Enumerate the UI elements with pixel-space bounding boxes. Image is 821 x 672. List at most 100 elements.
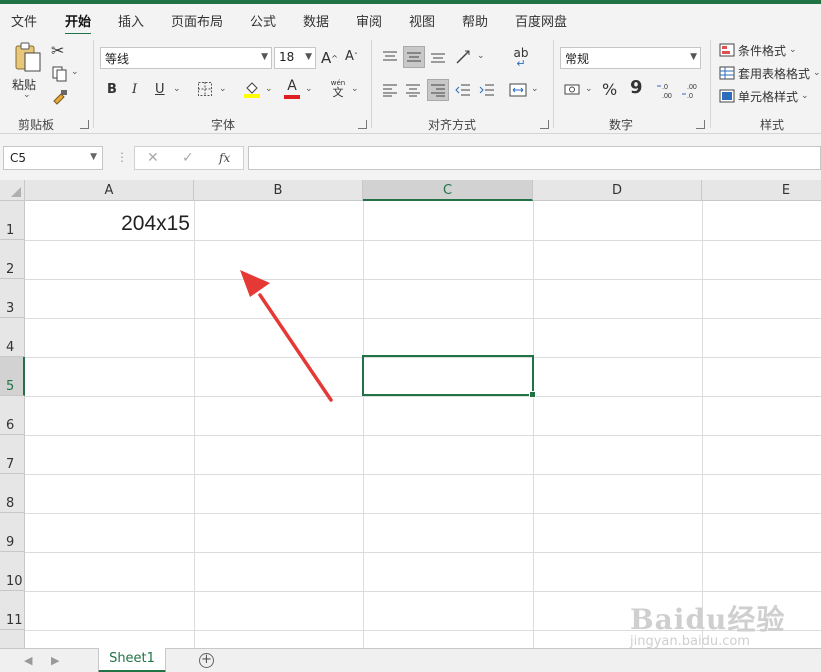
name-box-value: C5	[10, 151, 27, 165]
middle-align-icon[interactable]	[403, 46, 425, 68]
font-size-select[interactable]: 18 ▼	[274, 47, 316, 69]
more-options-icon[interactable]: ⋮	[116, 150, 128, 164]
row-number: 5	[6, 379, 15, 394]
tab-data[interactable]: 数据	[303, 11, 329, 30]
tab-view[interactable]: 视图	[409, 11, 435, 30]
row-header-6[interactable]: 6	[0, 396, 25, 435]
orientation-icon[interactable]	[453, 47, 475, 67]
top-align-icon[interactable]	[380, 47, 400, 67]
fill-color-icon[interactable]	[242, 78, 262, 100]
merge-center-icon[interactable]	[508, 80, 528, 100]
format-painter-icon[interactable]	[50, 88, 70, 106]
conditional-formatting-button[interactable]: 条件格式 ⌄	[719, 41, 797, 59]
row-header-5[interactable]: 5	[0, 357, 25, 396]
next-sheet-icon[interactable]: ▶	[51, 654, 59, 667]
row-header-12[interactable]	[0, 630, 25, 648]
tab-insert[interactable]: 插入	[118, 11, 144, 30]
formula-input[interactable]	[248, 146, 821, 170]
ribbon-tab-bar: 文件 开始 插入 页面布局 公式 数据 审阅 视图 帮助 百度网盘	[0, 4, 821, 36]
tab-review[interactable]: 审阅	[356, 11, 382, 30]
fill-color-dropdown-icon[interactable]: ⌄	[265, 84, 273, 94]
column-header-c[interactable]: C	[363, 180, 533, 201]
decrease-decimal-icon[interactable]: .00.0	[680, 79, 702, 101]
row-header-11[interactable]: 11	[0, 591, 25, 630]
copy-dropdown-icon[interactable]: ⌄	[71, 67, 79, 77]
underline-dropdown-icon[interactable]: ⌄	[173, 84, 181, 94]
tab-page-layout[interactable]: 页面布局	[171, 11, 223, 30]
font-launcher-icon[interactable]	[358, 120, 367, 129]
font-color-swatch	[284, 95, 300, 99]
row-header-2[interactable]: 2	[0, 240, 25, 279]
prev-sheet-icon[interactable]: ◀	[24, 654, 32, 667]
font-color-button[interactable]: A	[283, 78, 301, 100]
font-color-dropdown-icon[interactable]: ⌄	[305, 84, 313, 94]
alignment-launcher-icon[interactable]	[540, 120, 549, 129]
row-header-10[interactable]: 10	[0, 552, 25, 591]
row-header-8[interactable]: 8	[0, 474, 25, 513]
tab-file[interactable]: 文件	[11, 11, 37, 30]
tab-formulas[interactable]: 公式	[250, 11, 276, 30]
row-header-1[interactable]: 1	[0, 201, 25, 240]
column-header-d[interactable]: D	[533, 180, 702, 201]
column-header-e[interactable]: E	[702, 180, 821, 201]
worksheet-grid[interactable]: A B C D E 1 2 3 4 5 6 7 8 9 10 11 204x15	[0, 180, 821, 648]
increase-decimal-icon[interactable]: .0.00	[655, 79, 677, 101]
name-box[interactable]: C5 ▼	[3, 146, 103, 170]
cell-a1[interactable]: 204x15	[26, 202, 194, 240]
chevron-down-icon: ▼	[690, 52, 697, 62]
decrease-font-size-button[interactable]: Aˇ	[345, 49, 358, 64]
row-header-4[interactable]: 4	[0, 318, 25, 357]
wrap-text-button[interactable]: ab ↵	[510, 46, 532, 70]
clipboard-launcher-icon[interactable]	[80, 120, 89, 129]
merge-dropdown-icon[interactable]: ⌄	[531, 84, 539, 94]
format-as-table-button[interactable]: 套用表格格式 ⌄	[719, 64, 821, 82]
cancel-icon[interactable]: ✕	[147, 150, 159, 166]
align-right-icon[interactable]	[427, 79, 449, 101]
tab-baidu-netdisk[interactable]: 百度网盘	[515, 11, 567, 30]
row-header-9[interactable]: 9	[0, 513, 25, 552]
add-sheet-icon[interactable]: +	[199, 653, 214, 668]
active-cell-c5[interactable]	[362, 355, 536, 398]
paste-button[interactable]	[12, 40, 44, 74]
row-number: 8	[6, 496, 15, 511]
number-launcher-icon[interactable]	[696, 120, 705, 129]
underline-button[interactable]: U	[155, 82, 165, 97]
column-header-a[interactable]: A	[25, 180, 194, 201]
accounting-dropdown-icon[interactable]: ⌄	[585, 84, 593, 94]
border-icon[interactable]	[196, 80, 214, 98]
bold-button[interactable]: B	[107, 82, 117, 97]
comma-style-button[interactable]: 9	[630, 77, 643, 98]
row-header-7[interactable]: 7	[0, 435, 25, 474]
column-header-b[interactable]: B	[194, 180, 363, 201]
italic-button[interactable]: I	[132, 82, 137, 97]
insert-function-icon[interactable]: fx	[219, 151, 230, 165]
decrease-indent-icon[interactable]	[453, 80, 473, 100]
paste-dropdown-icon[interactable]: ⌄	[23, 90, 31, 100]
accounting-format-icon[interactable]	[563, 80, 583, 100]
increase-font-size-button[interactable]: A ^	[321, 49, 338, 67]
font-name-select[interactable]: 等线 ▼	[100, 47, 272, 69]
cell-styles-button[interactable]: 单元格样式 ⌄	[719, 87, 809, 105]
increase-indent-icon[interactable]	[477, 80, 497, 100]
svg-text:.00: .00	[687, 84, 697, 91]
copy-icon[interactable]	[50, 64, 70, 84]
tab-home[interactable]: 开始	[65, 11, 92, 36]
orientation-dropdown-icon[interactable]: ⌄	[477, 51, 485, 61]
phonetic-guide-button[interactable]: wén 文	[328, 78, 348, 100]
number-format-select[interactable]: 常规 ▼	[560, 47, 701, 69]
select-all-button[interactable]	[0, 180, 25, 201]
tab-help[interactable]: 帮助	[462, 11, 488, 30]
align-left-icon[interactable]	[380, 80, 400, 100]
number-group-label: 数字	[609, 118, 634, 132]
phonetic-dropdown-icon[interactable]: ⌄	[351, 84, 359, 94]
row-number: 10	[6, 574, 23, 589]
percent-style-button[interactable]: %	[602, 80, 617, 99]
bottom-align-icon[interactable]	[428, 47, 448, 67]
row-header-3[interactable]: 3	[0, 279, 25, 318]
ribbon: 粘贴 ⌄ ✂ ⌄ 剪贴板 等线 ▼ 18 ▼ A ^ Aˇ B I U ⌄ ⌄ ⌄…	[0, 34, 821, 134]
enter-icon[interactable]: ✓	[182, 150, 194, 166]
align-center-icon[interactable]	[403, 80, 423, 100]
cut-icon[interactable]: ✂	[51, 41, 64, 60]
border-dropdown-icon[interactable]: ⌄	[219, 84, 227, 94]
sheet-tab-sheet1[interactable]: Sheet1	[98, 648, 166, 672]
